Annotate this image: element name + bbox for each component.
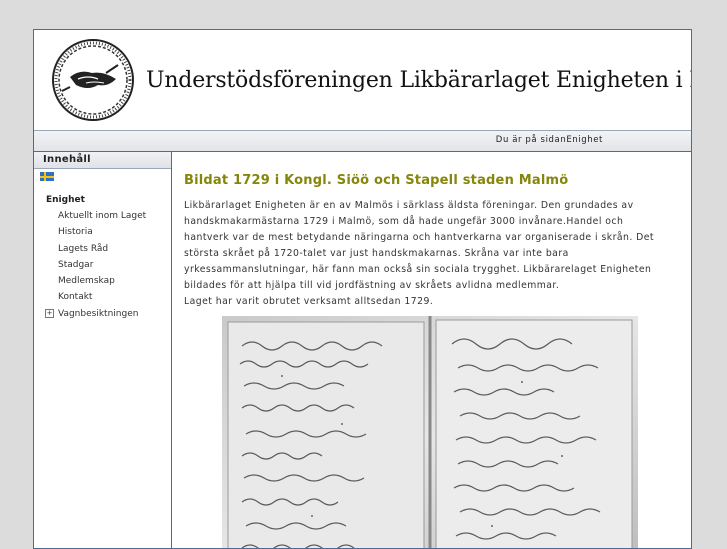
nav-item-kontakt[interactable]: Kontakt	[34, 289, 171, 305]
paragraph-line: bildades för att hjälpa till vid jordfäs…	[184, 280, 560, 291]
location-breadcrumb: Du är på sidanEnighet	[495, 135, 603, 145]
location-bar: Du är på sidanEnighet	[34, 130, 691, 152]
intro-paragraph: Likbärarlaget Enigheten är en av Malmös …	[184, 198, 674, 310]
wreath-handshake-logo-icon[interactable]	[48, 35, 138, 125]
nav-item-lagets-rad[interactable]: Lagets Råd	[34, 241, 171, 257]
paragraph-line: yrkessammanslutningar, här fann man ocks…	[184, 264, 652, 275]
nav-item-vagnbesiktningen[interactable]: + Vagnbesiktningen	[34, 306, 171, 322]
nav-item-historia[interactable]: Historia	[34, 224, 171, 240]
page-heading: Bildat 1729 i Kongl. Siöö och Stapell st…	[184, 173, 569, 188]
nav-item-stadgar[interactable]: Stadgar	[34, 257, 171, 273]
nav-item-vagnbesiktningen-label: Vagnbesiktningen	[58, 308, 139, 319]
nav-item-aktuellt[interactable]: Aktuellt inom Laget	[34, 208, 171, 224]
site-header: Understödsföreningen Likbärarlaget Enigh…	[34, 30, 691, 130]
sidebar-nav: Enighet Aktuellt inom Laget Historia Lag…	[34, 192, 171, 322]
site-title: Understödsföreningen Likbärarlaget Enigh…	[146, 68, 691, 93]
nav-item-medlemskap[interactable]: Medlemskap	[34, 273, 171, 289]
handwritten-manuscript-image	[222, 316, 638, 548]
swedish-flag-icon[interactable]	[40, 172, 54, 181]
paragraph-line: hantverk var de mest betydande näringarn…	[184, 232, 655, 243]
plus-expand-icon[interactable]: +	[45, 308, 54, 318]
sidebar-title: Innehåll	[34, 152, 171, 169]
page-container: Understödsföreningen Likbärarlaget Enigh…	[33, 29, 692, 549]
sidebar: Innehåll Enighet Aktuellt inom Laget His…	[34, 152, 172, 548]
paragraph-line: Laget har varit obrutet verksamt alltsed…	[184, 296, 434, 307]
paragraph-line: största skrået på 1720-talet var just ha…	[184, 248, 569, 259]
nav-group-enighet[interactable]: Enighet	[34, 192, 171, 208]
paragraph-line: Likbärarlaget Enigheten är en av Malmös …	[184, 200, 634, 211]
paragraph-line: handskmakarmästarna 1729 i Malmö, som då…	[184, 216, 624, 227]
